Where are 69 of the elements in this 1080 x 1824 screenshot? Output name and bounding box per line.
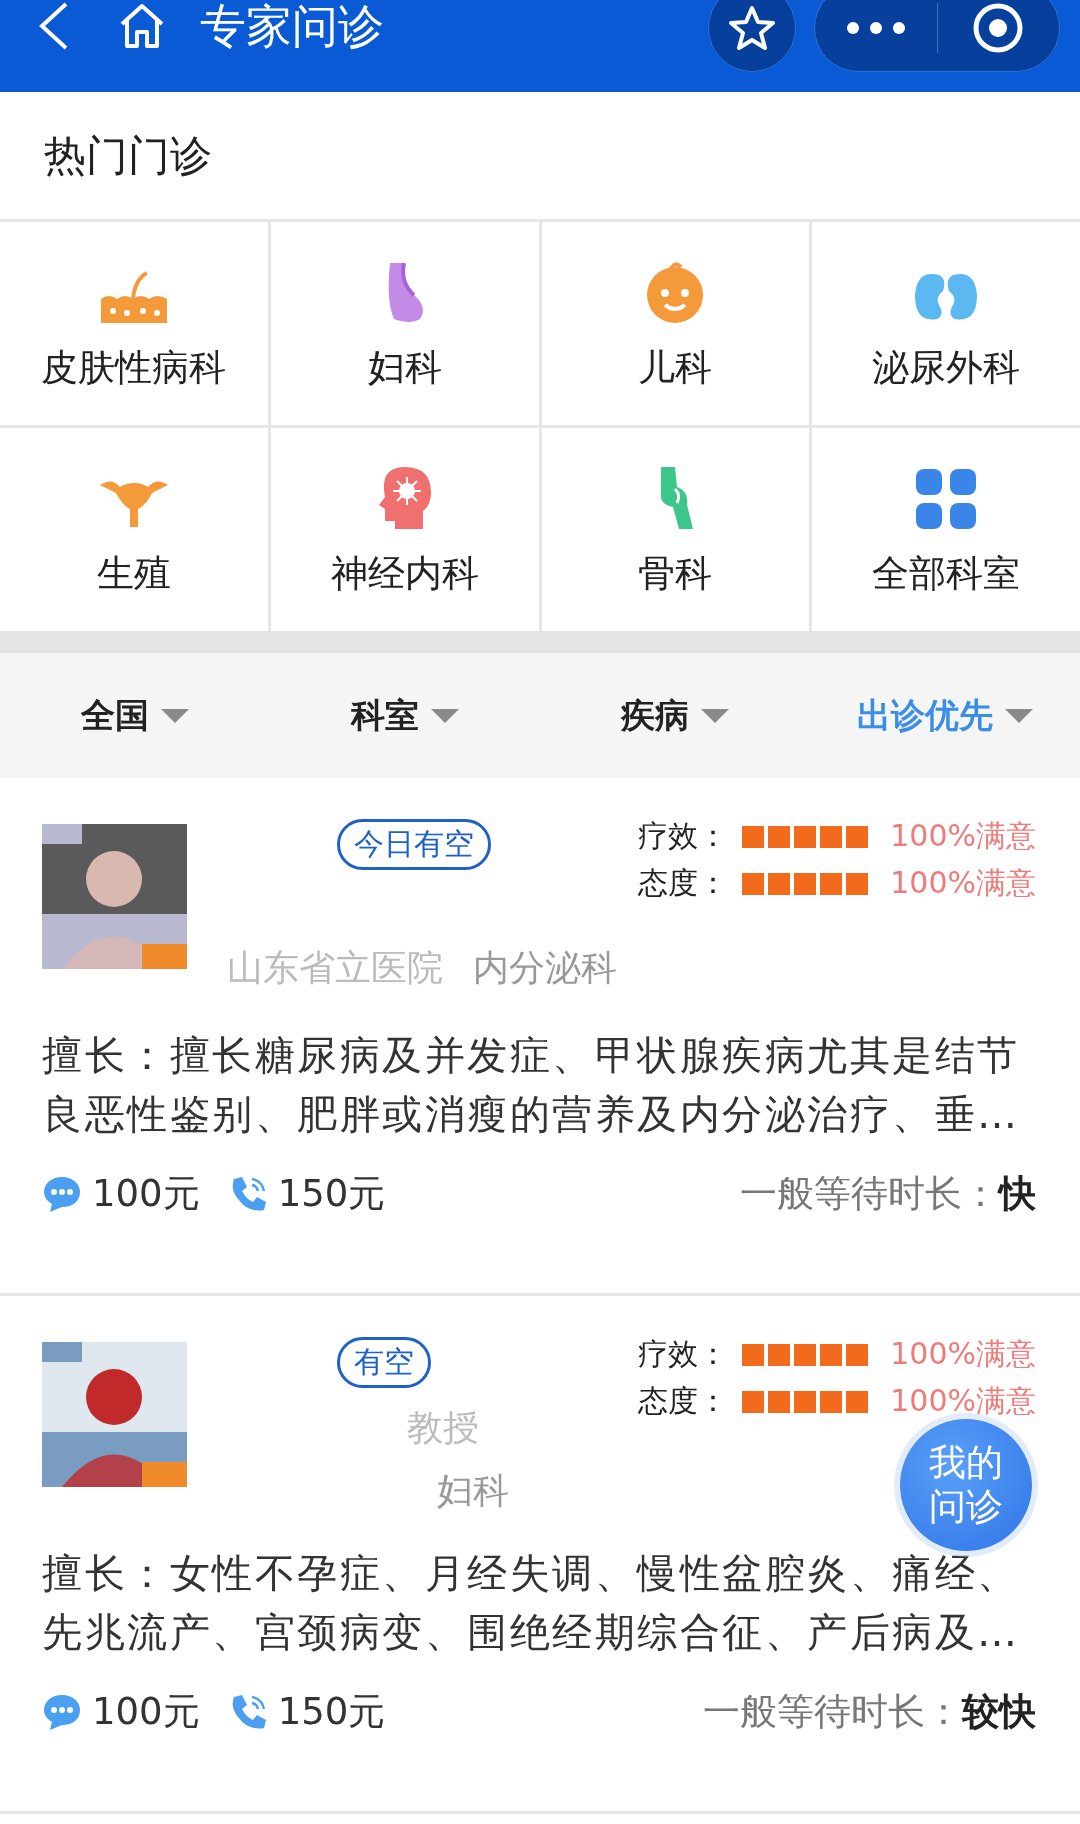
caret-icon [1005,708,1033,723]
filter-dropdown[interactable]: 全国 [81,692,189,739]
phone-consult-price: 150元 [277,1171,386,1217]
rating-label: 疗效： [638,817,729,855]
department-item[interactable]: 全部科室 [812,428,1080,631]
text-consult-price: 100元 [92,1171,200,1217]
rating-block [820,872,843,895]
home-icon[interactable] [118,2,166,50]
caret-icon [701,708,729,723]
rating-label: 态度： [638,864,729,902]
head-icon [376,464,433,531]
rating-block [768,1343,791,1366]
rating-block [846,1390,869,1413]
doctor-title: 教授 [407,1406,480,1450]
rating-label: 态度： [638,1382,729,1420]
hospital-name: 山东省立医院 [227,946,443,990]
wait-time-value: 较快 [962,1689,1036,1735]
rating-block [794,825,817,848]
availability-badge: 有空 [337,1336,431,1388]
rating-block [742,872,765,895]
target-icon [972,2,1025,54]
chat-bubble-icon [42,1175,82,1213]
more-icon [845,21,906,35]
rating-block [768,872,791,895]
rating-block [742,1390,765,1413]
caret-icon [431,708,459,723]
rating-label: 疗效： [638,1335,729,1373]
star-icon [728,5,776,51]
rating-block [820,1343,843,1366]
rating-reading: 100%满意 [890,1382,1036,1420]
department-item[interactable]: 泌尿外科 [812,222,1080,425]
doctor-card[interactable]: 今日有空 山东省立医院 内分泌科 疗效： 100%满意 态度： 100%满意 擅长：擅长糖尿病及并发症、甲状腺疾病尤其是结节良恶性鉴别、肥胖或消瘦的营养及内分泌治疗、垂… 100元 150元 一般等待时长：快 [0,778,1080,1296]
rating-block [768,825,791,848]
rating-block [846,825,869,848]
rating-block [846,872,869,895]
specialty-text: 擅长：女性不孕症、月经失调、慢性盆腔炎、痛经、先兆流产、宫颈病变、围绝经期综合征、产后病及… [42,1549,1021,1657]
favorite-button[interactable] [708,0,796,72]
rating-block [820,1390,843,1413]
chat-bubble-icon [42,1693,82,1731]
phone-consult-price: 150元 [277,1689,386,1735]
department-name: 内分泌科 [473,946,617,990]
department-item[interactable]: 生殖 [0,428,268,631]
grid-icon [914,466,979,531]
filter-dropdown[interactable]: 疾病 [621,692,729,739]
rating-block [794,872,817,895]
rating-block [794,1390,817,1413]
rating-reading: 100%满意 [890,817,1036,855]
text-consult-price: 100元 [92,1689,200,1735]
specialty-text: 擅长：擅长糖尿病及并发症、甲状腺疾病尤其是结节良恶性鉴别、肥胖或消瘦的营养及内分泌治疗、垂… [42,1031,1021,1139]
availability-badge: 今日有空 [337,818,491,870]
rating-block [794,1343,817,1366]
filter-dropdown[interactable]: 科室 [351,692,459,739]
rating-block [742,825,765,848]
department-item[interactable]: 骨科 [541,428,810,631]
rating-reading: 100%满意 [890,1335,1036,1373]
department-item[interactable]: 儿科 [541,222,810,425]
rating-reading: 100%满意 [890,864,1036,902]
rating-block [820,825,843,848]
department-item[interactable]: 神经内科 [270,428,539,631]
rating-block [768,1390,791,1413]
wait-time-value: 快 [999,1171,1036,1217]
wait-time-label: 一般等待时长： [703,1689,962,1735]
caret-icon [161,708,189,723]
department-item[interactable]: 妇科 [270,222,539,425]
page-title: 专家问诊 [200,3,384,49]
department-name: 妇科 [437,1469,509,1513]
rating-block [742,1343,765,1366]
rating-block [846,1343,869,1366]
department-item[interactable]: 皮肤性病科 [0,222,268,425]
